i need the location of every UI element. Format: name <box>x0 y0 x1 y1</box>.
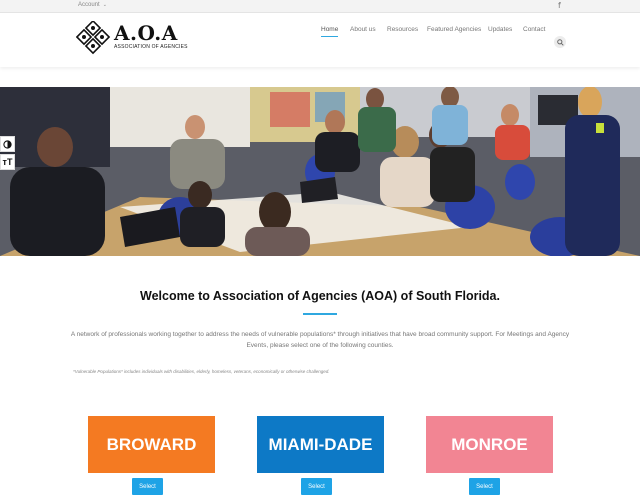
select-miami-dade-button[interactable]: Select <box>301 478 332 495</box>
search-icon <box>556 38 564 46</box>
nav-resources[interactable]: Resources <box>387 26 418 33</box>
intro-description: A network of professionals working toget… <box>70 331 570 349</box>
chevron-down-icon: ⌄ <box>102 2 107 8</box>
county-name-monroe: MONROE <box>451 434 528 454</box>
accessibility-tools: тT <box>0 136 15 172</box>
account-dropdown[interactable]: Account ⌄ <box>78 2 107 8</box>
meeting-photo-image <box>0 87 640 256</box>
county-name-broward: BROWARD <box>106 434 197 454</box>
top-utility-bar: Account ⌄ f <box>0 0 640 13</box>
nav-home[interactable]: Home <box>321 26 339 37</box>
text-size-toggle[interactable]: тT <box>0 154 15 170</box>
nav-about-us[interactable]: About us <box>350 26 376 33</box>
nav-featured-agencies[interactable]: Featured Agencies <box>427 26 481 33</box>
select-monroe-button[interactable]: Select <box>469 478 500 495</box>
contrast-icon <box>3 139 12 149</box>
contrast-toggle[interactable] <box>0 136 15 152</box>
main-nav: Home About us Resources Featured Agencie… <box>0 24 640 48</box>
page-title: Welcome to Association of Agencies (AOA)… <box>140 289 500 303</box>
county-card-miami-dade[interactable]: MIAMI-DADE <box>257 416 384 473</box>
text-size-icon: тT <box>2 157 13 167</box>
county-name-miami-dade: MIAMI-DADE <box>268 434 373 454</box>
hero-photo <box>0 87 640 256</box>
nav-updates[interactable]: Updates <box>488 26 512 33</box>
county-card-broward[interactable]: BROWARD <box>88 416 215 473</box>
vulnerable-populations-note: *Vulnerable Populations* includes indivi… <box>73 369 330 374</box>
search-button[interactable] <box>554 36 566 48</box>
title-divider <box>303 313 337 315</box>
facebook-icon[interactable]: f <box>558 1 561 10</box>
county-card-monroe[interactable]: MONROE <box>426 416 553 473</box>
account-label: Account <box>78 2 100 8</box>
site-header: A.O.A ASSOCIATION OF AGENCIES Home About… <box>0 13 640 67</box>
select-broward-button[interactable]: Select <box>132 478 163 495</box>
nav-contact[interactable]: Contact <box>523 26 545 33</box>
logo-subtitle: ASSOCIATION OF AGENCIES <box>114 44 188 50</box>
